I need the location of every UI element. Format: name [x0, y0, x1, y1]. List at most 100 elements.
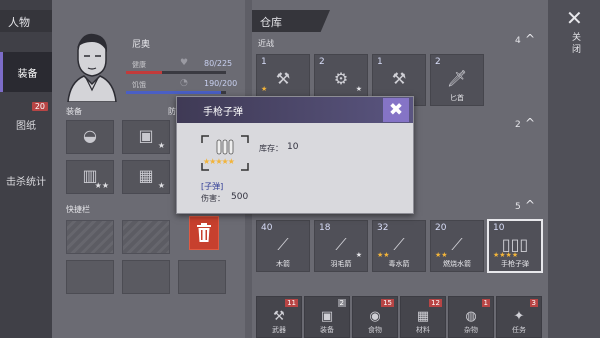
quickbar-slot[interactable] — [122, 260, 170, 294]
item-count: 20 — [435, 223, 447, 233]
quickbar-slot-locked[interactable] — [66, 220, 114, 254]
bottom-tab[interactable]: 11 ⚒ 武器 — [256, 296, 302, 338]
stock-value: 10 — [287, 142, 299, 152]
material-icon: ▦ — [416, 309, 430, 324]
tab-label: 材料 — [416, 326, 430, 334]
food-bar-fill — [126, 91, 221, 94]
tab-kill-stats-label: 击杀统计 — [6, 176, 46, 188]
item-count: 2 — [319, 57, 325, 67]
category-melee-count: 4 — [515, 36, 521, 46]
inventory-item[interactable]: 18 ⟋ ★ 羽毛箭 — [314, 220, 368, 272]
popup-close-button[interactable]: ✖ — [383, 98, 409, 122]
inventory-item[interactable]: 2 🗡 匕首 — [430, 54, 484, 106]
item-count: 18 — [319, 223, 331, 233]
category-melee-label: 近战 — [258, 39, 274, 48]
discard-button[interactable] — [189, 216, 219, 250]
close-label[interactable]: 关闭 — [572, 32, 584, 56]
tab-kill-stats[interactable]: 击杀统计 — [0, 160, 52, 200]
inventory-header: 仓库 — [252, 10, 330, 32]
item-stars: ★★★★ — [493, 251, 519, 259]
bottom-tab[interactable]: 12 ▦ 材料 — [400, 296, 446, 338]
tab-badge: 12 — [429, 299, 442, 307]
item-name: 匕首 — [450, 94, 464, 102]
category-3-count: 5 — [515, 202, 521, 212]
character-name: 尼奥 — [132, 40, 151, 50]
inventory-item[interactable]: 10 ▯▯▯ ★★★★ 手枪子弹 — [487, 219, 543, 273]
item-detail-popup: 手枪子弹 ✖ ★★★★★ 库存： 10 [子弹] 伤害： 500 — [176, 96, 414, 214]
health-value: 80/225 — [204, 59, 233, 68]
tab-equipment-label: 装备 — [17, 68, 38, 80]
collapse-chevron-icon[interactable]: ^ — [525, 32, 535, 46]
equipment-slot[interactable]: ▥ ★★ — [66, 160, 114, 194]
inventory-item[interactable]: 20 ⟋ ★★ 燃烧水箭 — [430, 220, 484, 272]
bottom-tab[interactable]: 1 ◍ 杂物 — [448, 296, 494, 338]
axe-icon: ⚒ — [273, 309, 285, 324]
health-bar-fill — [126, 71, 162, 74]
item-star: ★ — [355, 85, 362, 93]
tab-badge: 15 — [381, 299, 394, 307]
heart-icon: ♥ — [180, 58, 189, 68]
rarity-stars: ★★★★★ — [203, 157, 235, 166]
food-bar — [126, 91, 226, 94]
tab-blueprints[interactable]: 图纸 20 — [0, 102, 52, 144]
quickbar-label: 快捷栏 — [66, 205, 90, 214]
close-icon: ✖ — [388, 100, 404, 120]
collapse-chevron-icon[interactable]: ^ — [525, 116, 535, 130]
collapse-chevron-icon[interactable]: ^ — [525, 198, 535, 212]
quickbar-slot[interactable] — [66, 260, 114, 294]
inventory-item[interactable]: 40 ⟋ 木箭 — [256, 220, 310, 272]
item-name: 木箭 — [276, 260, 290, 268]
item-count: 32 — [377, 223, 389, 233]
health-label: 健康 — [132, 61, 146, 69]
tab-label: 杂物 — [464, 326, 478, 334]
tab-badge: 2 — [337, 299, 346, 307]
tab-badge: 3 — [529, 299, 538, 307]
tab-blueprints-label: 图纸 — [16, 120, 36, 132]
stock-label: 库存： — [259, 144, 283, 153]
bottom-tab[interactable]: 2 ▣ 装备 — [304, 296, 350, 338]
tab-label: 武器 — [272, 326, 286, 334]
bag-icon: ◍ — [465, 309, 477, 324]
damage-value: 500 — [231, 192, 249, 202]
equipment-section-label: 装备 — [66, 107, 82, 116]
character-title: 人物 — [8, 16, 30, 29]
tab-equipment[interactable]: 装备 — [0, 52, 52, 92]
tab-label: 任务 — [512, 326, 526, 334]
tab-badge: 1 — [481, 299, 490, 307]
slot-star: ★★ — [94, 181, 109, 190]
equipment-slot[interactable]: ▣ ★ — [122, 120, 170, 154]
item-stars: ★★ — [435, 251, 448, 259]
trash-icon — [197, 223, 211, 242]
category-2-count: 2 — [515, 120, 521, 130]
item-count: 40 — [261, 223, 273, 233]
quest-icon: ✦ — [513, 309, 525, 324]
equipment-slot[interactable]: ◒ — [66, 120, 114, 154]
popup-title: 手枪子弹 — [203, 107, 243, 118]
food-value: 190/200 — [204, 79, 238, 88]
item-type: [子弹] — [201, 182, 224, 191]
bottom-tab[interactable]: 15 ◉ 食物 — [352, 296, 398, 338]
stomach-icon: ◔ — [180, 78, 188, 88]
slot-star: ★ — [157, 141, 165, 150]
inventory-item[interactable]: 32 ⟋ ★★ 毒水箭 — [372, 220, 426, 272]
tab-label: 装备 — [320, 326, 334, 334]
slot-star: ★ — [157, 181, 165, 190]
item-name: 手枪子弹 — [501, 260, 529, 268]
item-stars: ★★ — [377, 251, 390, 259]
close-icon[interactable]: ✕ — [566, 6, 583, 30]
equipment-slot[interactable]: ▦ ★ — [122, 160, 170, 194]
food-icon: ◉ — [369, 309, 381, 324]
item-stars: ★ — [261, 85, 268, 93]
quickbar-slot-locked[interactable] — [122, 220, 170, 254]
tab-badge: 11 — [285, 299, 298, 307]
item-star: ★ — [355, 251, 362, 259]
quickbar-slot[interactable] — [178, 260, 226, 294]
inventory-title: 仓库 — [260, 16, 282, 29]
helmet-icon: ◒ — [83, 126, 97, 145]
health-bar — [126, 71, 226, 74]
bottom-tab[interactable]: 3 ✦ 任务 — [496, 296, 542, 338]
arrow-icon: ⟋ — [277, 235, 289, 254]
armor-icon: ▣ — [320, 309, 334, 324]
tab-label: 食物 — [368, 326, 382, 334]
knife-icon: 🗡 — [446, 69, 468, 88]
